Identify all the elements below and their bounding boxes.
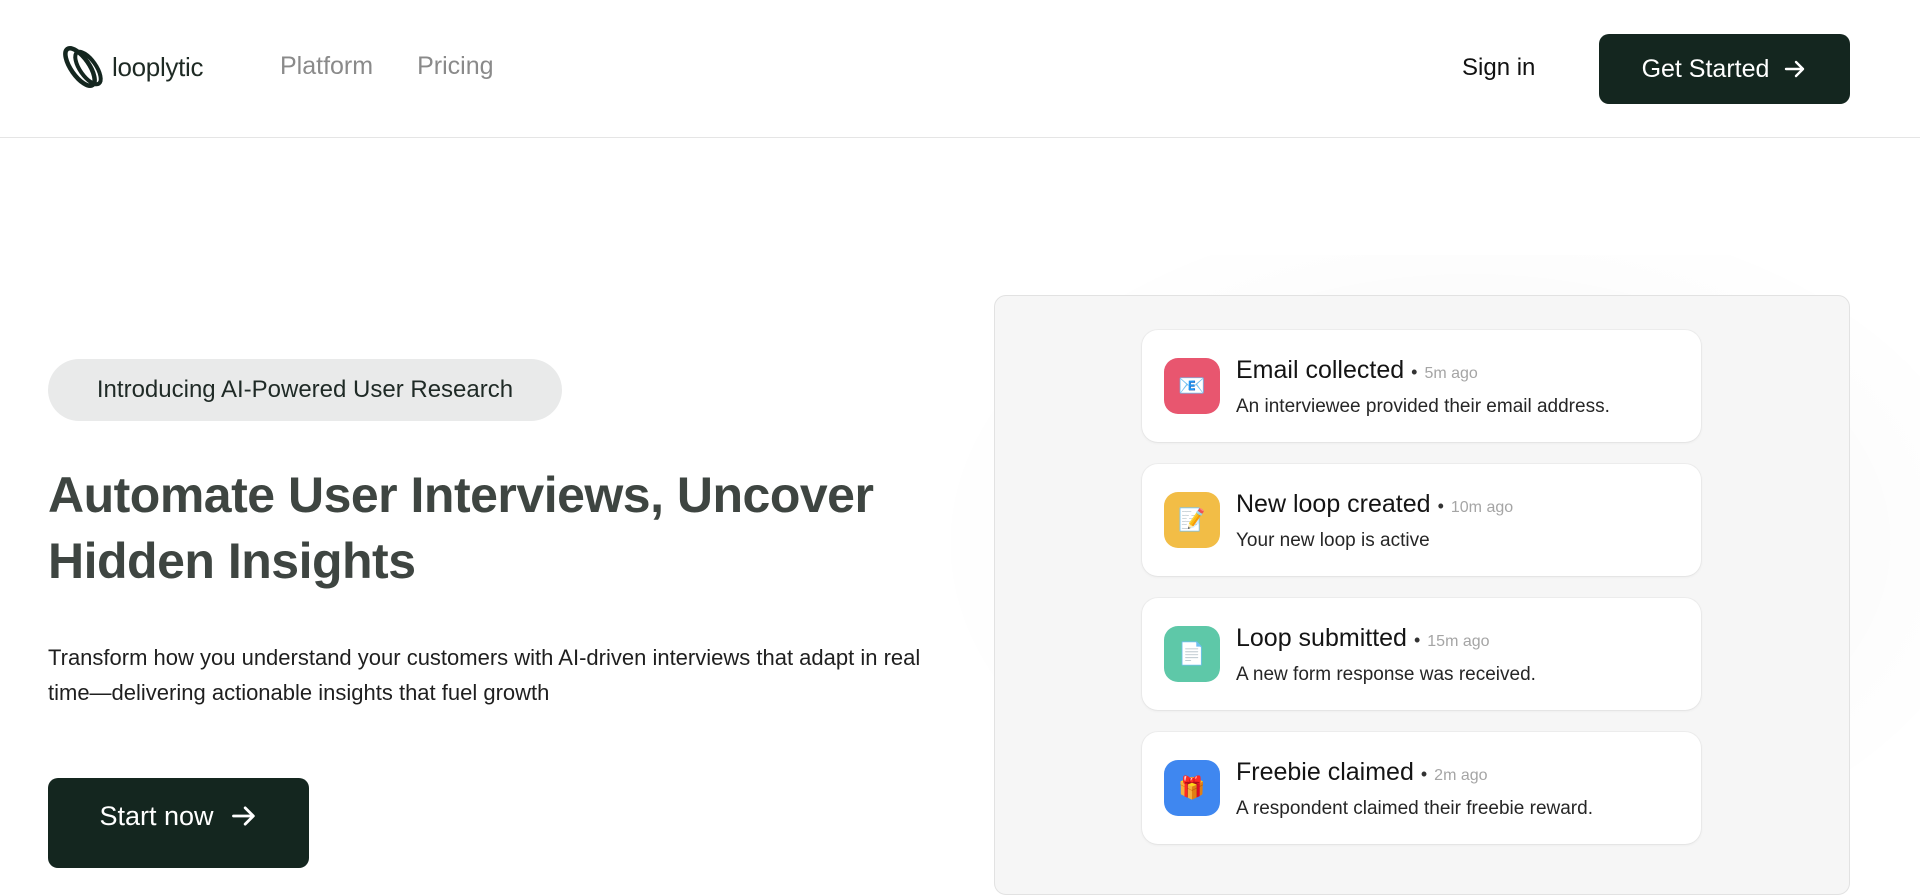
feed-card: 📄 Loop submitted • 15m ago A new form re… [1142, 598, 1701, 710]
feed-emoji: 📧 [1178, 373, 1206, 398]
feed-card-title: Email collected [1236, 356, 1405, 384]
start-now-label: Start now [99, 800, 214, 831]
hero-subtext: Transform how you understand your custom… [48, 645, 921, 705]
brand-logo[interactable]: looplytic [58, 42, 204, 92]
start-now-button[interactable]: Start now [48, 778, 309, 868]
separator-dot: • [1413, 630, 1421, 650]
separator-dot: • [1411, 362, 1418, 382]
feed-card-time: 5m ago [1424, 365, 1478, 382]
looplytic-logo-icon [63, 46, 103, 88]
memo-icon: 📝 [1164, 492, 1220, 548]
separator-dot: • [1420, 764, 1428, 784]
document-icon: 📄 [1164, 626, 1220, 682]
feed-card-title: New loop created [1236, 490, 1431, 518]
announcement-badge: Introducing AI-Powered User Research [48, 359, 562, 421]
feed-card-description: A respondent claimed their freebie rewar… [1236, 798, 1593, 819]
feed-card-time: 15m ago [1427, 633, 1490, 650]
feed-card-description: Your new loop is active [1236, 530, 1430, 551]
site-header: looplytic Platform Pricing Sign in Get S… [0, 0, 1920, 138]
feed-card-time: 2m ago [1434, 767, 1488, 784]
feed-card-title: Freebie claimed [1236, 758, 1414, 786]
nav-pricing[interactable]: Pricing [417, 52, 493, 81]
feed-emoji: 🎁 [1178, 775, 1206, 800]
sign-in-link[interactable]: Sign in [1462, 54, 1535, 82]
get-started-label: Get Started [1641, 54, 1770, 83]
hero-headline: Automate User Interviews, Uncover Hidden… [48, 467, 874, 589]
feed-emoji: 📝 [1178, 507, 1206, 532]
feed-card: 📝 New loop created • 10m ago Your new lo… [1142, 464, 1701, 576]
feed-card: 📧 Email collected • 5m ago An interviewe… [1142, 330, 1701, 442]
main-nav: Platform Pricing [280, 52, 494, 81]
feed-card-title: Loop submitted [1236, 624, 1407, 652]
feed-card-description: An interviewee provided their email addr… [1236, 396, 1610, 417]
arrow-right-icon [1785, 60, 1805, 78]
email-card-icon: 📧 [1164, 358, 1220, 414]
feed-card-header: New loop created • 10m ago [1236, 490, 1513, 519]
separator-dot: • [1437, 496, 1444, 516]
feed-card-description: A new form response was received. [1236, 664, 1536, 685]
feed-card-header: Freebie claimed • 2m ago [1236, 758, 1488, 787]
arrow-right-icon [231, 806, 255, 826]
feed-card-header: Email collected • 5m ago [1236, 356, 1478, 385]
feed-card-header: Loop submitted • 15m ago [1236, 624, 1490, 653]
feed-emoji: 📄 [1178, 641, 1206, 666]
brand-name: looplytic [112, 51, 204, 82]
get-started-button[interactable]: Get Started [1599, 34, 1850, 104]
nav-platform[interactable]: Platform [280, 52, 373, 81]
feed-card: 🎁 Freebie claimed • 2m ago A respondent … [1142, 732, 1701, 844]
feed-card-time: 10m ago [1450, 499, 1514, 516]
gift-icon: 🎁 [1164, 760, 1220, 816]
